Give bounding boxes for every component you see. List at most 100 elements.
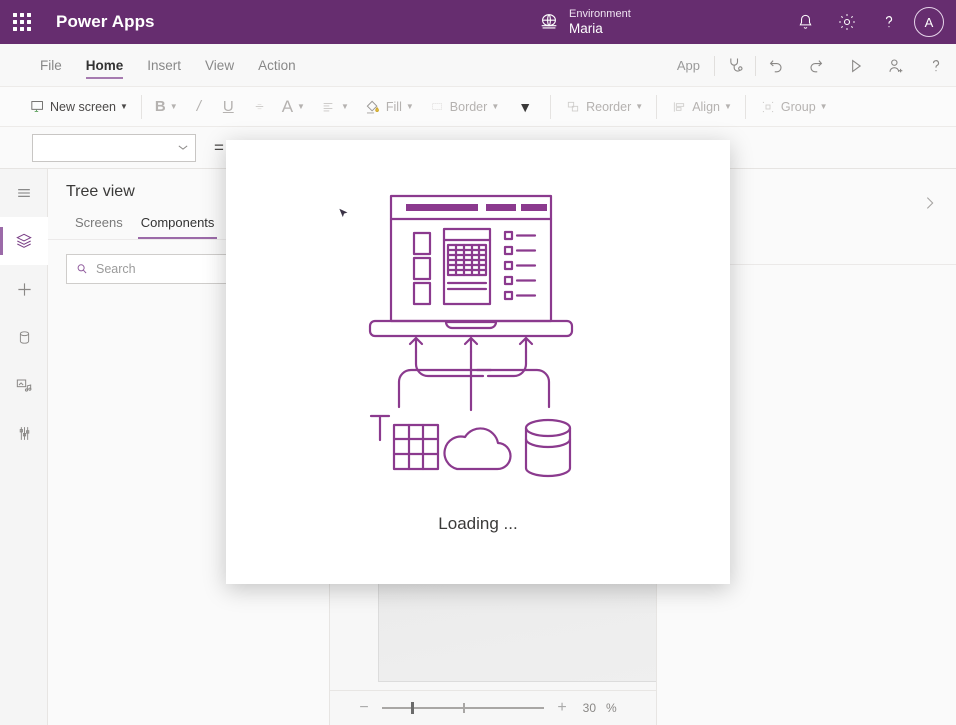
environment-selector[interactable]: Environment Maria	[538, 0, 631, 44]
chevron-down-icon	[178, 145, 188, 150]
menu-item-home[interactable]: Home	[74, 44, 136, 87]
play-triangle-icon	[852, 59, 862, 72]
italic-button[interactable]: /	[185, 87, 213, 127]
zoom-out-button[interactable]: −	[356, 699, 372, 717]
border-icon	[432, 103, 442, 110]
align-icon	[323, 102, 333, 112]
strikethrough-button[interactable]	[244, 87, 275, 127]
bold-label: B	[154, 98, 166, 115]
app-checker-button[interactable]	[715, 44, 755, 87]
app-launcher-waffle-icon[interactable]	[0, 0, 44, 44]
chevron-down-icon: ▼	[340, 102, 349, 111]
property-select[interactable]	[32, 133, 196, 162]
notifications-button[interactable]	[784, 0, 826, 44]
reorder-button[interactable]: Reorder ▼	[557, 87, 650, 127]
menu-item-view[interactable]: View	[193, 44, 246, 87]
stethoscope-icon	[730, 58, 743, 72]
undo-button[interactable]	[756, 44, 796, 87]
ribbon-overflow-button[interactable]: ▼	[506, 87, 544, 127]
zoom-slider-tick	[463, 703, 465, 713]
share-button[interactable]	[876, 44, 916, 87]
align-objects-label: Align	[692, 99, 720, 114]
menu-item-file[interactable]: File	[28, 44, 74, 87]
magnifier-icon	[77, 264, 87, 274]
divider	[744, 94, 746, 119]
divider	[140, 94, 142, 119]
settings-button[interactable]	[826, 0, 868, 44]
question-mark-icon	[885, 16, 893, 28]
menu-bar-right-actions: App	[663, 44, 956, 87]
font-color-button[interactable]: A ▼	[275, 87, 312, 127]
zoom-slider[interactable]	[382, 701, 544, 715]
bell-icon	[799, 14, 811, 29]
align-objects-button[interactable]: Align ▼	[663, 87, 739, 127]
environment-globe-icon	[541, 14, 557, 29]
rail-item-media[interactable]	[0, 361, 48, 409]
panel-collapse-button[interactable]	[920, 193, 940, 213]
fill-button[interactable]: Fill ▼	[356, 87, 421, 127]
reorder-icon	[567, 101, 579, 111]
font-color-label: A	[281, 96, 294, 116]
tab-components[interactable]: Components	[132, 209, 224, 239]
undo-arrow-icon	[769, 59, 782, 72]
app-menu-label[interactable]: App	[663, 58, 714, 73]
rail-item-menu[interactable]	[0, 169, 48, 217]
loading-text: Loading ...	[438, 514, 518, 533]
menu-item-insert[interactable]: Insert	[135, 44, 193, 87]
rail-item-advanced-tools[interactable]	[0, 409, 48, 457]
redo-button[interactable]	[796, 44, 836, 87]
top-brand-bar: Power Apps Environment Maria A	[0, 0, 956, 44]
new-screen-icon	[31, 101, 43, 112]
underline-button[interactable]: U	[213, 87, 244, 127]
chevron-down-icon: ▼	[723, 102, 732, 111]
group-button[interactable]: Group ▼	[752, 87, 835, 127]
environment-label: Environment	[569, 7, 631, 20]
menu-bar: File Home Insert View Action App	[0, 44, 956, 87]
top-actions: A	[784, 0, 956, 44]
zoom-in-button[interactable]: +	[554, 699, 570, 717]
menu-item-action[interactable]: Action	[246, 44, 308, 87]
hamburger-icon	[18, 189, 30, 197]
pointer-cursor-icon	[339, 208, 348, 218]
italic-label: /	[196, 98, 201, 115]
redo-arrow-icon	[810, 59, 823, 72]
strikethrough-icon	[255, 103, 263, 110]
tab-screens[interactable]: Screens	[66, 209, 132, 239]
chevron-down-icon: ▼	[120, 102, 128, 111]
sliders-icon	[19, 426, 29, 440]
preview-button[interactable]	[836, 44, 876, 87]
question-mark-icon	[932, 59, 940, 71]
menu-help-button[interactable]	[916, 44, 956, 87]
chevron-down-icon: ▼	[297, 102, 305, 111]
layers-icon	[16, 233, 32, 248]
environment-value: Maria	[569, 20, 603, 36]
align-objects-icon	[674, 101, 685, 112]
brand-title: Power Apps	[56, 12, 155, 31]
media-icon	[16, 379, 32, 392]
formula-equals-sign: =	[214, 137, 224, 157]
plus-icon	[17, 282, 31, 296]
database-icon	[19, 330, 29, 344]
gear-icon	[839, 14, 855, 30]
bold-button[interactable]: B ▼	[148, 87, 185, 127]
rail-item-tree-view[interactable]	[0, 217, 48, 265]
chevron-down-icon: ▼	[491, 102, 500, 111]
border-button[interactable]: Border ▼	[421, 87, 506, 127]
chevron-right-icon	[926, 197, 934, 209]
rail-item-insert[interactable]	[0, 265, 48, 313]
help-button[interactable]	[868, 0, 910, 44]
canvas-zoom-bar: − + 30 %	[330, 690, 656, 725]
new-screen-button[interactable]: New screen ▼	[22, 87, 135, 127]
person-add-icon	[889, 58, 903, 72]
rail-item-data[interactable]	[0, 313, 48, 361]
user-avatar[interactable]: A	[914, 7, 944, 37]
zoom-value: 30	[582, 701, 596, 715]
avatar-initial: A	[924, 14, 934, 30]
left-icon-rail	[0, 169, 48, 725]
text-align-button[interactable]: ▼	[312, 87, 356, 127]
divider	[656, 94, 658, 119]
new-screen-label: New screen	[50, 99, 116, 114]
tree-search-placeholder: Search	[96, 262, 136, 276]
zoom-slider-handle[interactable]	[411, 702, 415, 714]
fill-label: Fill	[385, 99, 402, 114]
